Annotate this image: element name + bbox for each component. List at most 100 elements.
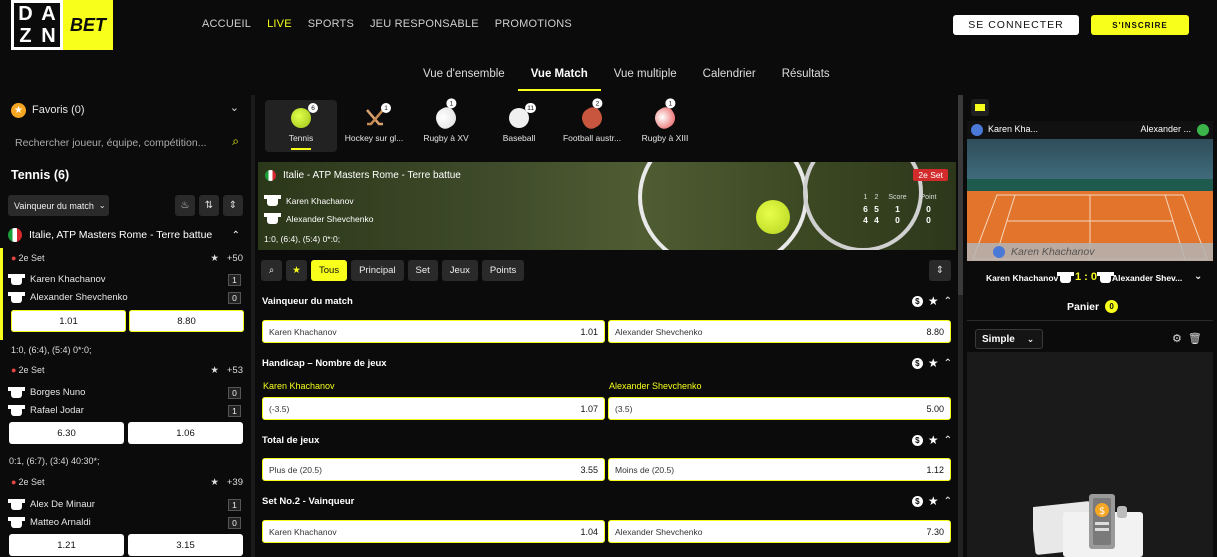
search-icon[interactable]: ⌕ <box>261 260 282 281</box>
match-player-1: Karen Khachanov <box>264 195 354 206</box>
search-input[interactable]: Rechercher joueur, équipe, compétition..… <box>11 134 243 154</box>
tab-vue-match[interactable]: Vue Match <box>517 68 601 91</box>
cashout-icon: $ <box>911 495 923 507</box>
star-icon[interactable]: ★ <box>928 356 939 370</box>
chevron-up-icon: ⌃ <box>231 229 240 241</box>
odd-button[interactable]: 8.80 <box>129 310 244 332</box>
chevron-down-icon: ⌄ <box>1026 333 1035 344</box>
odds-button[interactable]: (-3.5) 1.07 <box>262 397 605 420</box>
odds-button[interactable]: Karen Khachanov 1.04 <box>262 520 605 543</box>
nav-live[interactable]: LIVE <box>267 18 292 30</box>
filter-set[interactable]: Set <box>407 260 438 281</box>
odds-button[interactable]: Alexander Shevchenko 7.30 <box>608 520 951 543</box>
sport-label: Rugby à XV <box>423 133 469 143</box>
sport-label: Tennis <box>288 133 314 143</box>
tab-calendrier[interactable]: Calendrier <box>690 68 769 89</box>
odds-button[interactable]: Karen Khachanov 1.01 <box>262 320 605 343</box>
set-status: ● 2e Set <box>11 477 45 487</box>
odd-button[interactable]: 6.30 <box>9 422 124 444</box>
search-icon[interactable]: ⌕ <box>232 134 239 149</box>
bet-slip-title[interactable]: Panier 0 <box>1067 300 1119 313</box>
match-card[interactable]: ● 2e Set ★ +53 Borges Nuno 0 Rafael Jodar 1 … <box>0 360 251 452</box>
more-markets[interactable]: ★ +53 <box>210 365 243 376</box>
favorites-toggle[interactable]: ★ Favoris (0) ⌄ <box>11 101 243 119</box>
star-icon[interactable]: ★ <box>928 433 939 447</box>
market-select[interactable]: Vainqueur du match ⌄ <box>8 195 109 216</box>
sport-tab-baseball[interactable]: 11 Baseball <box>483 100 555 152</box>
nav-sports[interactable]: SPORTS <box>308 18 354 30</box>
live-dot-icon: ● <box>11 477 17 487</box>
empty-slip-illustration: $ <box>1033 494 1143 557</box>
dazn-bet-logo[interactable]: D A Z N BET <box>11 0 113 50</box>
fire-icon[interactable]: ♨ <box>175 195 195 216</box>
chevron-up-icon[interactable]: ⌃ <box>944 435 952 446</box>
main-scrollbar[interactable] <box>958 95 963 557</box>
nav-accueil[interactable]: ACCUEIL <box>202 18 251 30</box>
bet-mode-select[interactable]: Simple ⌄ <box>975 329 1043 349</box>
tab-vue-multiple[interactable]: Vue multiple <box>601 68 690 89</box>
star-icon[interactable]: ★ <box>928 294 939 308</box>
italy-flag-icon <box>265 170 276 181</box>
scrollbar-thumb[interactable] <box>958 95 963 295</box>
market-select-value: Vainqueur du match <box>14 200 94 211</box>
league-header[interactable]: Italie, ATP Masters Rome - Terre battue … <box>8 226 244 244</box>
score-player-1: Karen Khachanov <box>986 273 1059 283</box>
divider <box>967 320 1213 321</box>
odd-button[interactable]: 1.06 <box>128 422 243 444</box>
odds-button[interactable]: (3.5) 5.00 <box>608 397 951 420</box>
star-icon[interactable]: ★ <box>928 494 939 508</box>
set-status: ● 2e Set <box>11 365 45 375</box>
chevron-up-icon[interactable]: ⌃ <box>944 296 952 307</box>
collapse-icon[interactable]: ⇕ <box>223 195 243 216</box>
market-title[interactable]: Handicap – Nombre de jeux $ ★ ⌃ <box>262 356 952 370</box>
star-icon[interactable]: ★ <box>210 253 219 264</box>
odds-button[interactable]: Moins de (20.5) 1.12 <box>608 458 951 481</box>
odd-button[interactable]: 1.21 <box>9 534 124 556</box>
expand-all-icon[interactable]: ⇕ <box>929 260 951 281</box>
match-card[interactable]: ● 2e Set ★ +50 Karen Khachanov 1 Alexander … <box>0 248 251 340</box>
tennis-ball-icon: 6 <box>291 103 318 128</box>
sport-label: Hockey sur gl... <box>344 133 404 143</box>
odd-button[interactable]: 3.15 <box>128 534 243 556</box>
more-markets[interactable]: ★ +39 <box>210 477 243 488</box>
trash-icon[interactable]: 🗑 <box>1188 332 1202 345</box>
outcome-label: Alexander Shevchenko <box>609 381 702 391</box>
sidebar-scrollbar[interactable] <box>251 95 255 557</box>
sport-tab-hockey[interactable]: 1 Hockey sur gl... <box>338 100 410 152</box>
filter-points[interactable]: Points <box>481 260 525 281</box>
sidebar-controls: Vainqueur du match ⌄ ♨ ⇅ ⇕ <box>8 195 244 217</box>
scoreboard-icon[interactable] <box>971 99 989 116</box>
sport-tab-tennis[interactable]: 6 Tennis <box>265 100 337 152</box>
market-title[interactable]: Vainqueur du match $ ★ ⌃ <box>262 294 952 308</box>
star-icon[interactable]: ★ <box>210 477 219 488</box>
more-markets[interactable]: ★ +50 <box>210 253 243 264</box>
tab-resultats[interactable]: Résultats <box>769 68 843 89</box>
sport-tab-football-australien[interactable]: 2 Football austr... <box>556 98 628 152</box>
odds-button[interactable]: Plus de (20.5) 3.55 <box>262 458 605 481</box>
filter-tous[interactable]: Tous <box>311 260 348 281</box>
star-icon[interactable]: ★ <box>210 365 219 376</box>
sort-icon[interactable]: ⇅ <box>199 195 219 216</box>
logo-letter: A <box>41 3 56 25</box>
odd-button[interactable]: 1.01 <box>11 310 126 332</box>
filter-jeux[interactable]: Jeux <box>441 260 478 281</box>
bet-logo: BET <box>63 0 113 50</box>
nav-jeu-responsable[interactable]: JEU RESPONSABLE <box>370 18 479 30</box>
sport-tab-rugby-xv[interactable]: 1 Rugby à XV <box>410 98 482 152</box>
gear-icon[interactable]: ⚙ <box>1172 332 1182 345</box>
filter-principal[interactable]: Principal <box>351 260 404 281</box>
odds-button[interactable]: Alexander Shevchenko 8.80 <box>608 320 951 343</box>
match-card[interactable]: ● 2e Set ★ +39 Alex De Minaur 1 Matteo Arna… <box>0 472 251 557</box>
chevron-down-icon[interactable]: ⌄ <box>1194 271 1202 282</box>
market-title[interactable]: Total de jeux $ ★ ⌃ <box>262 433 952 447</box>
chevron-up-icon[interactable]: ⌃ <box>944 496 952 507</box>
market-title[interactable]: Set No.2 - Vainqueur $ ★ ⌃ <box>262 494 952 508</box>
tab-vue-ensemble[interactable]: Vue d'ensemble <box>410 68 518 89</box>
nav-promotions[interactable]: PROMOTIONS <box>495 18 572 30</box>
signup-button[interactable]: S'INSCRIRE <box>1091 15 1189 35</box>
star-icon[interactable]: ★ <box>286 260 307 281</box>
sport-tab-rugby-xiii[interactable]: 1 Rugby à XIII <box>629 98 701 152</box>
match-player-2: Alexander Shevchenko <box>264 213 373 224</box>
chevron-up-icon[interactable]: ⌃ <box>944 358 952 369</box>
login-button[interactable]: SE CONNECTER <box>953 15 1079 35</box>
